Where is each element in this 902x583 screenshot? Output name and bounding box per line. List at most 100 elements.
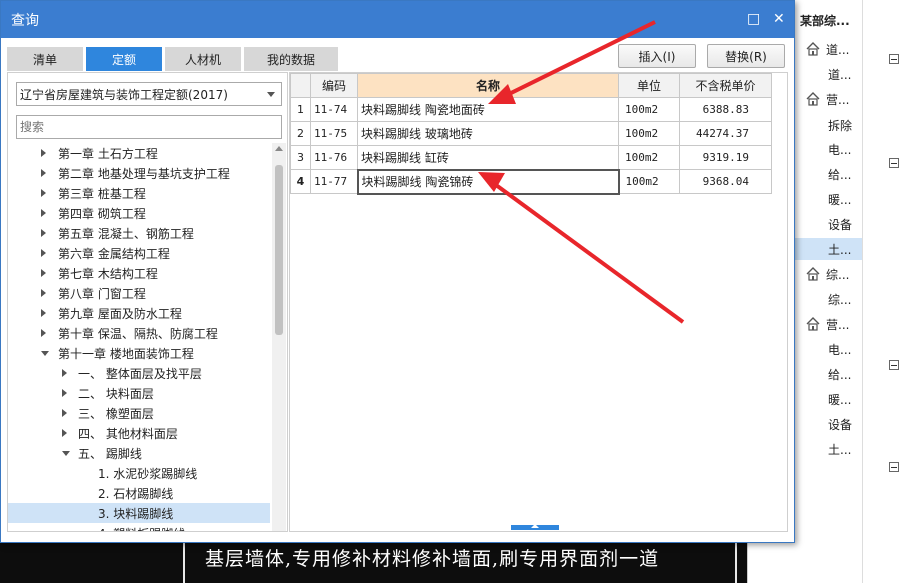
tree-node[interactable]: 第七章 木结构工程 — [8, 263, 270, 283]
tree-node[interactable]: 二、 块料面层 — [8, 383, 270, 403]
caret-right-icon[interactable] — [41, 329, 46, 337]
tree-node[interactable]: 3. 块料踢脚线 — [8, 503, 270, 523]
quota-table: 编码 名称 单位 不含税单价 1 11-74 块料踢脚线 陶瓷地面砖 100m2 638… — [290, 73, 772, 195]
caret-down-icon[interactable] — [62, 451, 70, 456]
tree-node[interactable]: 第九章 屋面及防水工程 — [8, 303, 270, 323]
tree-node-label: 第五章 混凝土、钢筋工程 — [58, 226, 194, 241]
quota-library-select[interactable]: 辽宁省房屋建筑与装饰工程定额(2017) — [16, 82, 282, 106]
tree-node-label: 第三章 桩基工程 — [58, 186, 146, 201]
tree-node-label: 四、 其他材料面层 — [78, 426, 178, 441]
name-cell[interactable]: 块料踢脚线 陶瓷锦砖 — [356, 168, 620, 195]
project-tree-item-label: 给... — [828, 167, 852, 182]
tree-node[interactable]: 一、 整体面层及找平层 — [8, 363, 270, 383]
tree-node-label: 二、 块料面层 — [78, 386, 154, 401]
tab-bill[interactable]: 清单 — [7, 47, 83, 71]
tree-node[interactable]: 第四章 砌筑工程 — [8, 203, 270, 223]
caret-right-icon[interactable] — [41, 169, 46, 177]
row-number-cell: 2 — [290, 121, 311, 146]
close-icon[interactable]: ✕ — [773, 11, 785, 27]
name-cell[interactable]: 块料踢脚线 玻璃地砖 — [357, 121, 619, 146]
caret-right-icon[interactable] — [41, 149, 46, 157]
row-number-cell: 3 — [290, 145, 311, 170]
tab-quota[interactable]: 定额 — [86, 47, 162, 71]
video-subtitle: 基层墙体,专用修补材料修补墙面,刷专用界面剂一道 — [205, 548, 660, 570]
tree-node[interactable]: 第八章 门窗工程 — [8, 283, 270, 303]
caret-right-icon[interactable] — [41, 229, 46, 237]
col-price-header[interactable]: 不含税单价 — [679, 73, 772, 98]
tree-node[interactable]: 1. 水泥砂浆踢脚线 — [8, 463, 270, 483]
price-cell: 44274.37 — [679, 121, 772, 146]
tree-node[interactable]: 五、 踢脚线 — [8, 443, 270, 463]
tree-scrollbar[interactable] — [272, 143, 286, 531]
insert-button[interactable]: 插入(I) — [618, 44, 696, 68]
tree-node-label: 1. 水泥砂浆踢脚线 — [98, 466, 198, 481]
caret-down-icon[interactable] — [41, 351, 49, 356]
pane-splitter[interactable] — [511, 524, 559, 530]
table-row[interactable]: 4 11-77 块料踢脚线 陶瓷锦砖 100m2 9368.04 — [290, 168, 772, 195]
collapse-icon[interactable] — [889, 462, 899, 472]
tree-node[interactable]: 第六章 金属结构工程 — [8, 243, 270, 263]
restore-icon[interactable]: □ — [747, 11, 760, 27]
project-tree-item-label: 给... — [828, 367, 852, 382]
tree-node[interactable]: 第十一章 楼地面装饰工程 — [8, 343, 270, 363]
caret-right-icon[interactable] — [41, 209, 46, 217]
code-cell: 11-74 — [310, 97, 358, 122]
project-tree-item-label: 拆除 — [828, 118, 853, 133]
collapse-icon[interactable] — [889, 360, 899, 370]
price-cell: 9368.04 — [679, 169, 772, 194]
tree-node[interactable]: 第二章 地基处理与基坑支护工程 — [8, 163, 270, 183]
project-tree-item-label: 暖... — [828, 192, 852, 207]
tree-node[interactable]: 4. 塑料板踢脚线 — [8, 523, 270, 532]
scroll-up-icon[interactable] — [275, 146, 283, 151]
collapse-icon[interactable] — [889, 54, 899, 64]
tree-node[interactable]: 四、 其他材料面层 — [8, 423, 270, 443]
tree-node[interactable]: 第五章 混凝土、钢筋工程 — [8, 223, 270, 243]
search-input[interactable] — [16, 115, 282, 139]
tab-labor-material[interactable]: 人材机 — [165, 47, 241, 71]
row-number-cell: 4 — [290, 169, 311, 194]
home-icon — [806, 317, 820, 331]
caret-right-icon[interactable] — [41, 269, 46, 277]
tree-node[interactable]: 第一章 土石方工程 — [8, 143, 270, 163]
query-dialog: 查询 □ ✕ 清单 定额 人材机 我的数据 插入(I) 替换(R) 辽宁省房屋建… — [0, 0, 795, 543]
home-icon — [806, 42, 820, 56]
tree-node-label: 五、 踢脚线 — [78, 446, 142, 461]
code-cell: 11-75 — [310, 121, 358, 146]
col-index-header — [290, 73, 311, 98]
caret-right-icon[interactable] — [41, 309, 46, 317]
tree-node-label: 2. 石材踢脚线 — [98, 486, 174, 501]
tree-node[interactable]: 2. 石材踢脚线 — [8, 483, 270, 503]
caret-right-icon[interactable] — [62, 409, 67, 417]
caret-right-icon[interactable] — [41, 189, 46, 197]
caret-right-icon[interactable] — [41, 249, 46, 257]
col-name-header[interactable]: 名称 — [357, 73, 619, 98]
table-row[interactable]: 2 11-75 块料踢脚线 玻璃地砖 100m2 44274.37 — [290, 121, 772, 146]
unit-cell: 100m2 — [618, 121, 680, 146]
caret-right-icon[interactable] — [62, 369, 67, 377]
caret-right-icon[interactable] — [62, 429, 67, 437]
unit-cell: 100m2 — [618, 145, 680, 170]
tree-node-label: 第四章 砌筑工程 — [58, 206, 146, 221]
tab-my-data[interactable]: 我的数据 — [244, 47, 338, 71]
table-header-row: 编码 名称 单位 不含税单价 — [290, 73, 772, 98]
code-cell: 11-77 — [310, 169, 358, 194]
table-row[interactable]: 1 11-74 块料踢脚线 陶瓷地面砖 100m2 6388.83 — [290, 97, 772, 122]
caret-right-icon[interactable] — [41, 289, 46, 297]
project-tree-item-label: 电... — [828, 142, 852, 157]
caret-right-icon[interactable] — [62, 389, 67, 397]
table-row[interactable]: 3 11-76 块料踢脚线 缸砖 100m2 9319.19 — [290, 145, 772, 170]
tab-bar: 清单 定额 人材机 我的数据 — [7, 47, 341, 71]
scroll-thumb[interactable] — [275, 165, 283, 335]
tree-node[interactable]: 第十章 保温、隔热、防腐工程 — [8, 323, 270, 343]
col-code-header[interactable]: 编码 — [310, 73, 358, 98]
name-cell[interactable]: 块料踢脚线 陶瓷地面砖 — [357, 97, 619, 122]
collapse-icon[interactable] — [889, 158, 899, 168]
quota-library-value: 辽宁省房屋建筑与装饰工程定额(2017) — [20, 87, 228, 102]
tree-node[interactable]: 三、 橡塑面层 — [8, 403, 270, 423]
tree-node[interactable]: 第三章 桩基工程 — [8, 183, 270, 203]
project-tree-item-label: 道... — [828, 67, 852, 82]
home-icon — [806, 267, 820, 281]
name-cell[interactable]: 块料踢脚线 缸砖 — [357, 145, 619, 170]
replace-button[interactable]: 替换(R) — [707, 44, 785, 68]
col-unit-header[interactable]: 单位 — [618, 73, 680, 98]
